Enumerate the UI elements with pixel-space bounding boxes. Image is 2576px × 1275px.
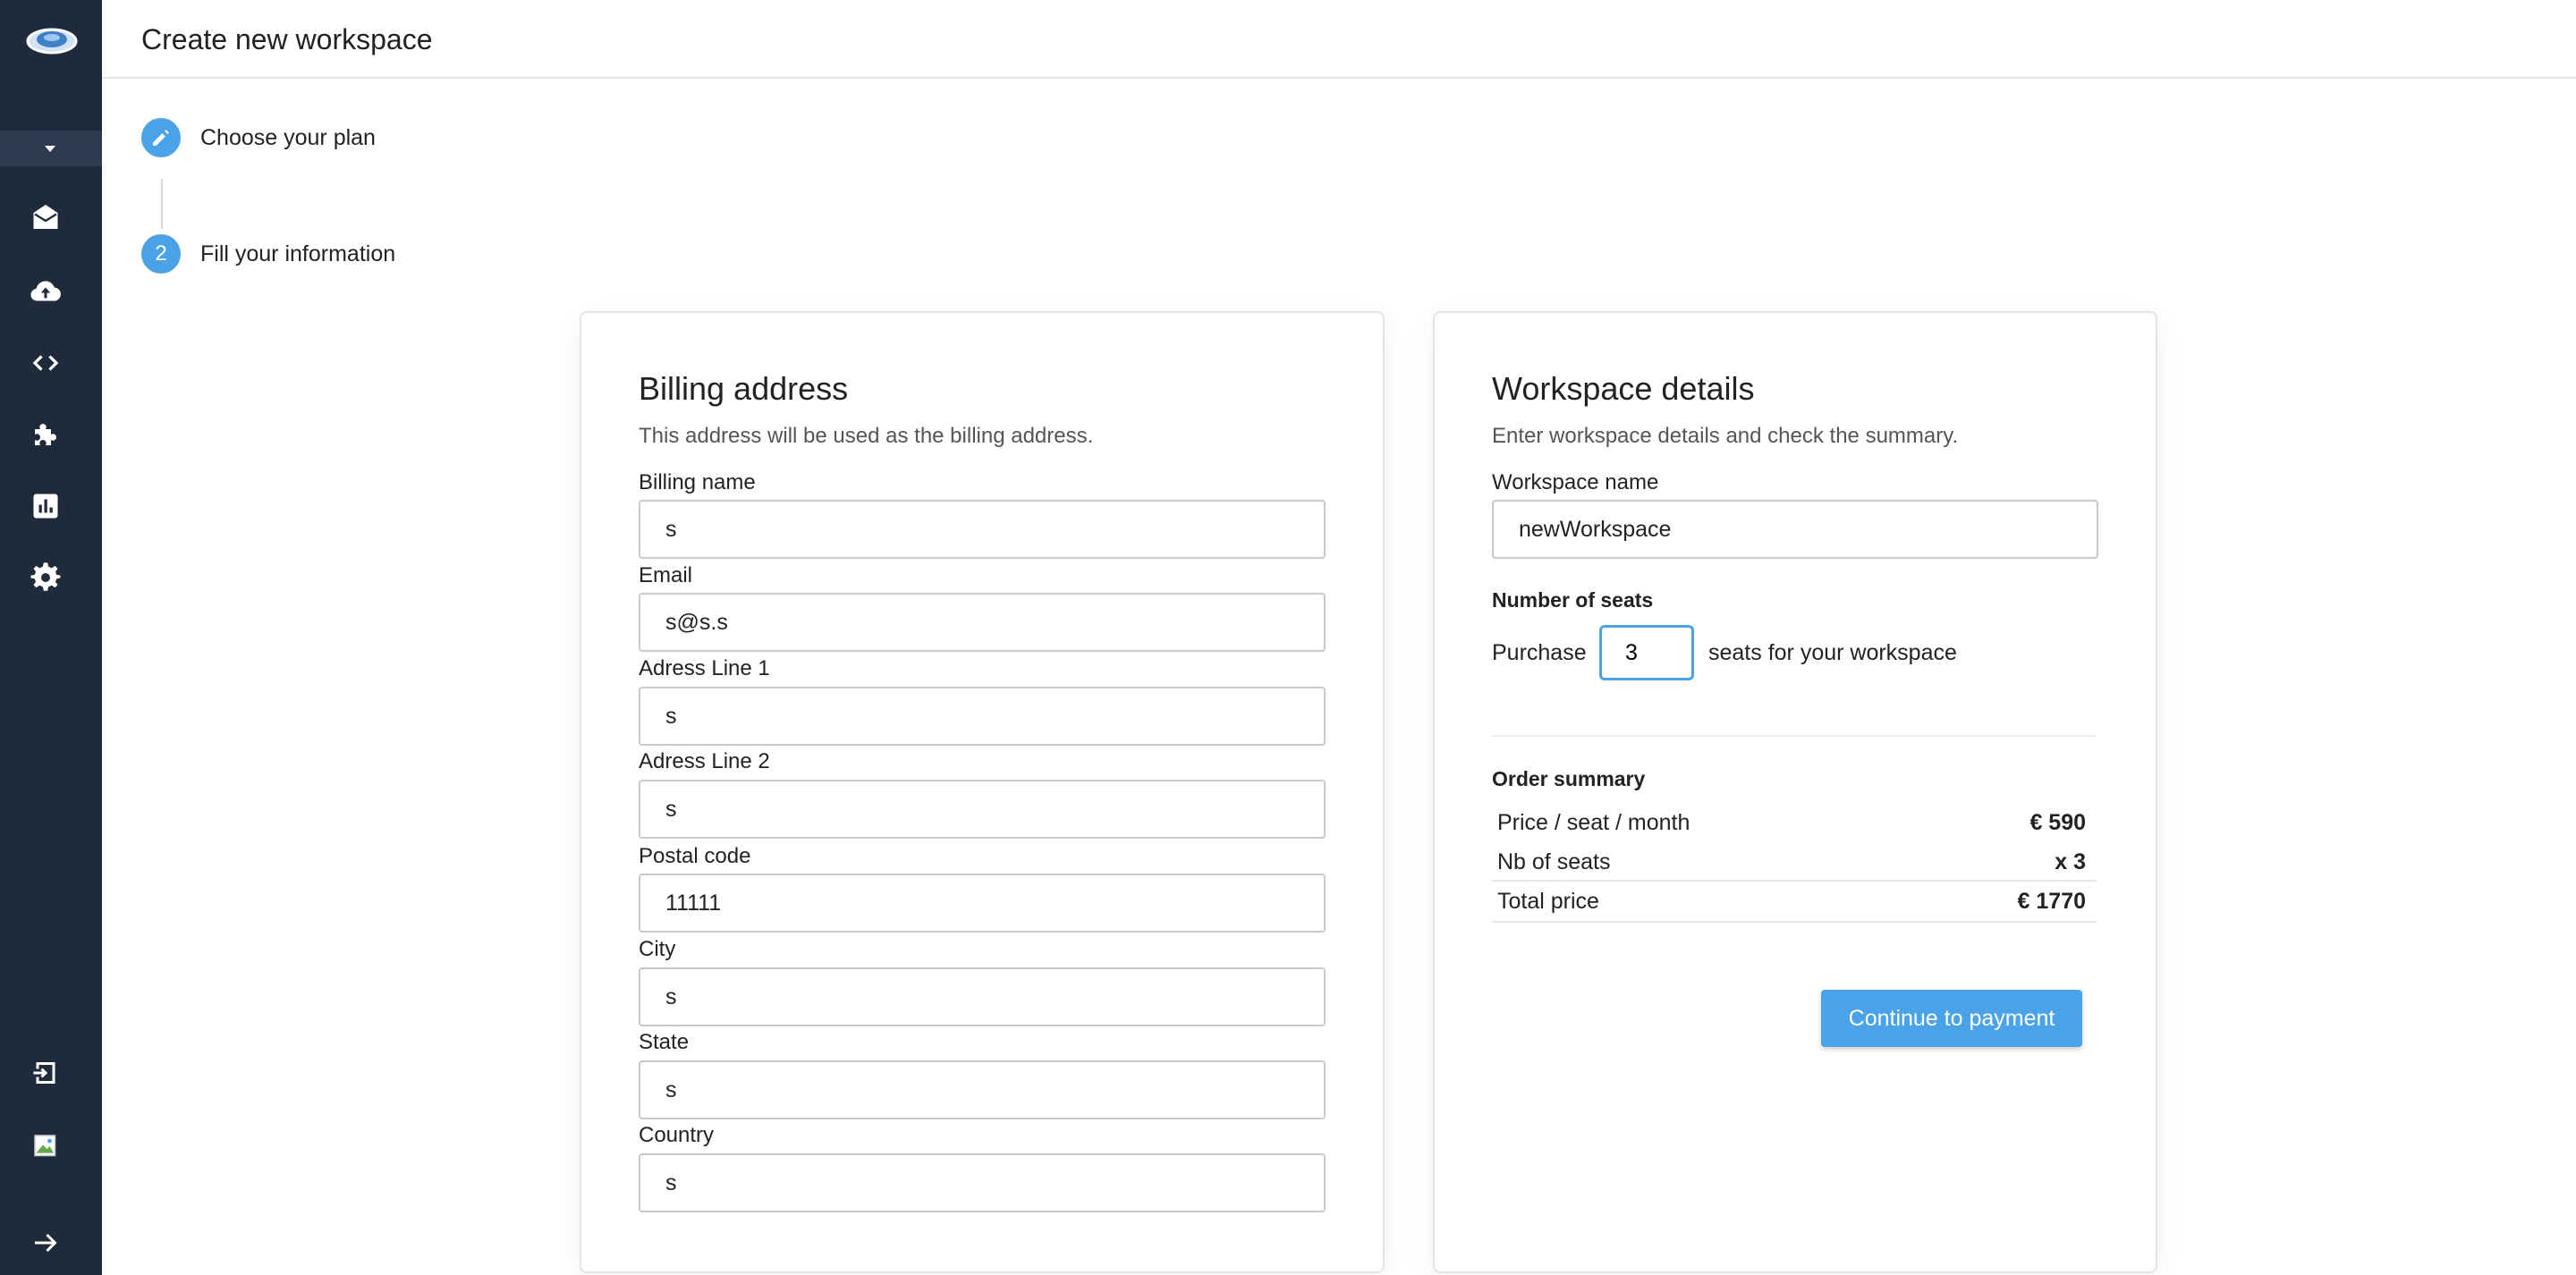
order-row-label: Nb of seats xyxy=(1497,849,1611,874)
workspace-name-input[interactable] xyxy=(1492,500,2098,559)
page-title: Create new workspace xyxy=(141,23,433,55)
state-input[interactable] xyxy=(639,1060,1326,1119)
workspace-name-label: Workspace name xyxy=(1492,470,1659,494)
order-row-total: Total price € 1770 xyxy=(1492,880,2097,923)
order-row-price: Price / seat / month € 590 xyxy=(1492,803,2097,842)
country-input[interactable] xyxy=(639,1153,1326,1212)
email-input[interactable] xyxy=(639,593,1326,652)
number-of-seats-label: Number of seats xyxy=(1492,588,1654,612)
order-summary-title: Order summary xyxy=(1492,767,1646,790)
sidebar-item-extensions[interactable] xyxy=(30,418,62,451)
sidebar-dropdown-toggle[interactable] xyxy=(0,131,102,166)
state-label: State xyxy=(639,1030,690,1054)
billing-title: Billing address xyxy=(639,370,849,407)
step-label: Choose your plan xyxy=(200,124,376,150)
sidebar-item-inbox[interactable] xyxy=(30,202,62,234)
workspace-details-card xyxy=(1433,311,2157,1273)
address-line1-label: Adress Line 1 xyxy=(639,656,770,680)
order-row-label: Total price xyxy=(1497,888,1599,914)
sidebar-item-logout[interactable] xyxy=(30,1057,62,1089)
order-row-label: Price / seat / month xyxy=(1497,809,1690,835)
sidebar-item-settings[interactable] xyxy=(30,562,62,594)
bar-chart-icon xyxy=(33,494,58,519)
step-choose-plan[interactable]: Choose your plan xyxy=(141,118,376,157)
step-label: Fill your information xyxy=(200,241,396,266)
app-logo[interactable] xyxy=(25,21,79,59)
sidebar xyxy=(0,0,102,1275)
sidebar-item-upload[interactable] xyxy=(30,275,62,308)
order-row-value: € 590 xyxy=(2029,809,2086,835)
logout-icon xyxy=(33,1062,55,1084)
order-row-value: € 1770 xyxy=(2017,888,2086,914)
workspace-title: Workspace details xyxy=(1492,370,1755,407)
address-line2-input[interactable] xyxy=(639,780,1326,839)
step-circle xyxy=(141,118,181,157)
city-label: City xyxy=(639,937,676,961)
avatar-image-icon xyxy=(34,1135,56,1157)
postal-code-input[interactable] xyxy=(639,874,1326,933)
section-divider xyxy=(1492,735,2097,737)
sidebar-item-code[interactable] xyxy=(30,347,62,379)
city-input[interactable] xyxy=(639,967,1326,1026)
email-label: Email xyxy=(639,563,693,587)
address-line2-label: Adress Line 2 xyxy=(639,749,770,773)
country-label: Country xyxy=(639,1123,715,1147)
step-number: 2 xyxy=(141,234,181,274)
gear-icon xyxy=(30,562,61,591)
step-connector xyxy=(161,179,163,229)
purchase-prefix: Purchase xyxy=(1492,640,1587,665)
address-line1-input[interactable] xyxy=(639,687,1326,746)
order-row-value: x 3 xyxy=(2055,849,2086,874)
billing-subtitle: This address will be used as the billing… xyxy=(639,424,1094,448)
postal-code-label: Postal code xyxy=(639,844,751,868)
envelope-open-icon xyxy=(33,205,58,229)
arrow-right-icon xyxy=(35,1233,57,1253)
caret-down-icon xyxy=(45,146,55,152)
billing-name-label: Billing name xyxy=(639,470,756,494)
sidebar-expand[interactable] xyxy=(30,1227,62,1259)
code-icon xyxy=(32,355,59,371)
seats-quantity-input[interactable] xyxy=(1599,625,1694,680)
pencil-icon xyxy=(153,130,169,146)
sidebar-item-profile[interactable] xyxy=(30,1130,62,1162)
workspace-subtitle: Enter workspace details and check the su… xyxy=(1492,424,1959,448)
step-fill-information[interactable]: 2 Fill your information xyxy=(141,234,395,274)
puzzle-icon xyxy=(35,424,56,445)
purchase-suffix: seats for your workspace xyxy=(1708,640,1957,665)
page-header: Create new workspace xyxy=(102,0,2576,79)
sidebar-item-analytics[interactable] xyxy=(30,490,62,522)
order-row-seats: Nb of seats x 3 xyxy=(1492,842,2097,882)
billing-name-input[interactable] xyxy=(639,500,1326,559)
continue-to-payment-button[interactable]: Continue to payment xyxy=(1821,990,2082,1047)
cloud-upload-icon xyxy=(30,281,61,301)
